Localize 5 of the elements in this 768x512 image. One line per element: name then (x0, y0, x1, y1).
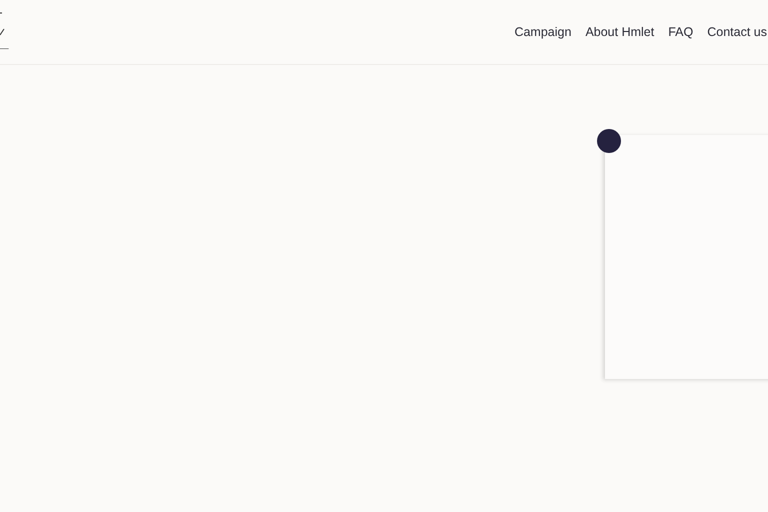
nav-link[interactable]: About Hmlet (585, 22, 654, 42)
dot (597, 129, 621, 153)
nav-link[interactable]: Campaign (514, 22, 572, 42)
nav-link[interactable]: FAQ (668, 22, 694, 42)
nav-link[interactable]: Contact us (707, 22, 767, 42)
